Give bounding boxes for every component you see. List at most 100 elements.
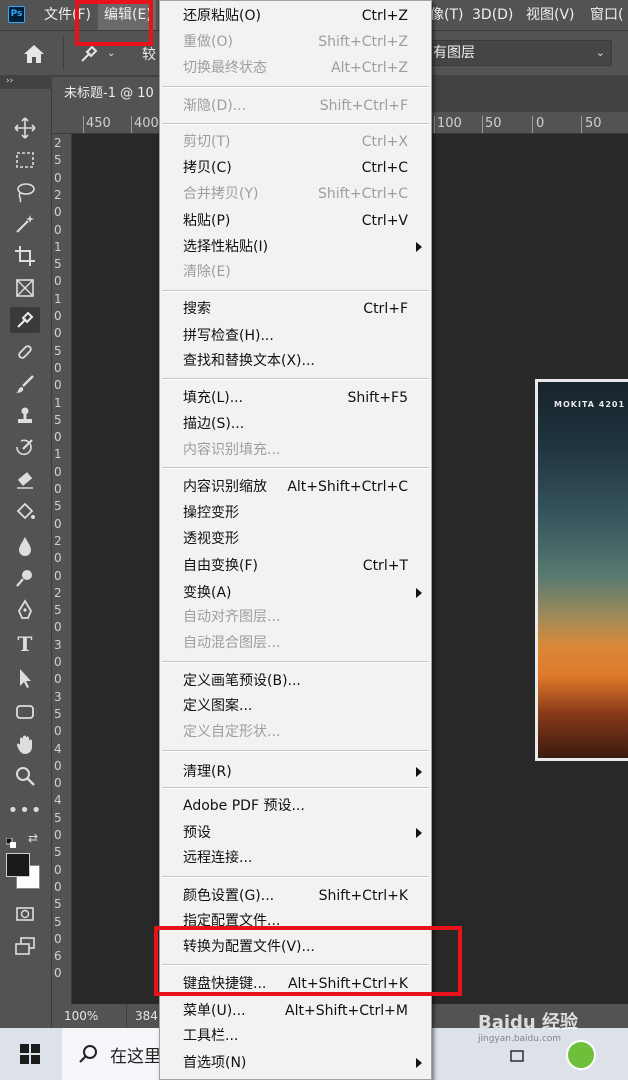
- more-tools-icon[interactable]: •••: [8, 797, 42, 823]
- menu-item-paste-special[interactable]: 选择性粘贴(I): [161, 235, 430, 259]
- menu-item-shortcut: Ctrl+Z: [361, 8, 408, 24]
- menu-item-content-aware-scale[interactable]: 内容识别缩放 Alt+Shift+Ctrl+C: [161, 475, 430, 499]
- highlight-box-convert-profile: [154, 926, 462, 996]
- menu-item-redo: 重做(O) Shift+Ctrl+Z: [161, 30, 430, 54]
- submenu-arrow-icon: [416, 1058, 422, 1068]
- sample-layers-select[interactable]: 有图层 ⌄: [426, 40, 612, 66]
- menu-item-color-settings[interactable]: 颜色设置(G)... Shift+Ctrl+K: [161, 884, 430, 908]
- menu-item-undo[interactable]: 还原粘贴(O) Ctrl+Z: [161, 4, 430, 28]
- taskbar-search-box[interactable]: 在这里: [62, 1028, 162, 1080]
- foreground-color-swatch[interactable]: [6, 853, 30, 877]
- panel-collapse-icon[interactable]: ››: [0, 75, 52, 89]
- eraser-tool-icon[interactable]: [10, 467, 40, 493]
- menu-item-label: 预设: [183, 825, 211, 841]
- menu-item-label: 拼写检查(H)...: [183, 328, 274, 344]
- eyedropper-tool-icon[interactable]: [10, 307, 40, 333]
- hand-tool-icon[interactable]: [10, 731, 40, 757]
- menu-separator: [162, 86, 429, 88]
- paint-bucket-icon[interactable]: [10, 499, 40, 525]
- brush-tool-icon[interactable]: [10, 371, 40, 397]
- menu-item-fade: 渐隐(D)... Shift+Ctrl+F: [161, 94, 430, 118]
- ruler-digit: 0: [54, 931, 62, 946]
- screen-mode-icon[interactable]: [10, 933, 40, 959]
- menu-item-shortcut: Alt+Ctrl+Z: [331, 60, 408, 76]
- home-icon[interactable]: [22, 43, 46, 65]
- menu-item-clear: 清除(E): [161, 260, 430, 284]
- magic-wand-icon[interactable]: [10, 211, 40, 237]
- healing-brush-icon[interactable]: [10, 339, 40, 365]
- placed-photo[interactable]: MOKITA 4201: [535, 379, 628, 761]
- menu-item-fill[interactable]: 填充(L)... Shift+F5: [161, 386, 430, 410]
- dodge-tool-icon[interactable]: [10, 565, 40, 591]
- menu-view[interactable]: 视图(V): [526, 0, 575, 30]
- ruler-digit: 5: [54, 499, 62, 514]
- menu-item-define-pattern[interactable]: 定义图案...: [161, 694, 430, 718]
- menu-item-preferences[interactable]: 首选项(N): [161, 1051, 430, 1075]
- tab-document[interactable]: 未标题-1 @ 10: [52, 77, 162, 112]
- menu-item-label: 内容识别填充...: [183, 442, 281, 458]
- menu-item-label: 变换(A): [183, 585, 232, 601]
- menu-item-copy-merged: 合并拷贝(Y) Shift+Ctrl+C: [161, 182, 430, 206]
- menu-item-auto-align-layers: 自动对齐图层...: [161, 605, 430, 629]
- menu-item-free-transform[interactable]: 自由变换(F) Ctrl+T: [161, 554, 430, 578]
- menu-item-puppet-warp[interactable]: 操控变形: [161, 501, 430, 525]
- pen-tool-icon[interactable]: [10, 597, 40, 623]
- menu-item-transform[interactable]: 变换(A): [161, 581, 430, 605]
- task-view-icon[interactable]: [510, 1048, 524, 1062]
- menu-item-shortcut: Alt+Shift+Ctrl+C: [287, 479, 408, 495]
- menu-item-paste[interactable]: 粘贴(P) Ctrl+V: [161, 209, 430, 233]
- ruler-digit: 2: [54, 187, 62, 202]
- menu-item-shortcut: Shift+Ctrl+C: [318, 186, 408, 202]
- zoom-tool-icon[interactable]: [10, 763, 40, 789]
- ruler-digit: 3: [54, 637, 62, 652]
- menu-3d[interactable]: 3D(D): [472, 0, 513, 30]
- quick-mask-icon[interactable]: [10, 901, 40, 927]
- submenu-arrow-icon: [416, 242, 422, 252]
- windows-start-icon[interactable]: [20, 1044, 40, 1064]
- menu-item-spell-check[interactable]: 拼写检查(H)...: [161, 324, 430, 348]
- menu-item-find-replace[interactable]: 查找和替换文本(X)...: [161, 349, 430, 373]
- taskbar-app-icon[interactable]: [566, 1040, 596, 1070]
- menu-item-presets[interactable]: 预设: [161, 821, 430, 845]
- menu-item-stroke[interactable]: 描边(S)...: [161, 412, 430, 436]
- menu-item-copy[interactable]: 拷贝(C) Ctrl+C: [161, 156, 430, 180]
- marquee-tool-icon[interactable]: [10, 147, 40, 173]
- menu-item-define-brush[interactable]: 定义画笔预设(B)...: [161, 669, 430, 693]
- menu-item-label: 首选项(N): [183, 1055, 247, 1071]
- swap-colors-icon[interactable]: ⇄: [28, 831, 42, 845]
- type-tool-icon[interactable]: T: [10, 631, 40, 657]
- menu-item-perspective-warp[interactable]: 透视变形: [161, 527, 430, 551]
- menu-window[interactable]: 窗口(: [590, 0, 623, 30]
- lasso-tool-icon[interactable]: [10, 179, 40, 205]
- ruler-digit: 0: [54, 758, 62, 773]
- menu-item-toolbar[interactable]: 工具栏...: [161, 1024, 430, 1048]
- ruler-digit: 5: [54, 810, 62, 825]
- menu-item-label: 查找和替换文本(X)...: [183, 353, 315, 369]
- move-tool-icon[interactable]: [10, 115, 40, 141]
- menu-item-shortcut: Shift+F5: [347, 390, 408, 406]
- clone-stamp-icon[interactable]: [10, 403, 40, 429]
- menu-item-pdf-presets[interactable]: Adobe PDF 预设...: [161, 794, 430, 818]
- chevron-down-icon[interactable]: ⌄: [107, 48, 115, 59]
- menu-separator: [162, 378, 429, 380]
- ruler-digit: 0: [54, 568, 62, 583]
- default-colors-icon[interactable]: [5, 833, 16, 848]
- path-selection-icon[interactable]: [10, 665, 40, 691]
- zoom-level[interactable]: 100%: [64, 1004, 98, 1028]
- menu-item-purge[interactable]: 清理(R): [161, 760, 430, 784]
- blur-tool-icon[interactable]: [10, 533, 40, 559]
- menu-item-search[interactable]: 搜索 Ctrl+F: [161, 297, 430, 321]
- menu-item-remote-connections[interactable]: 远程连接...: [161, 846, 430, 870]
- menu-item-menus[interactable]: 菜单(U)... Alt+Shift+Ctrl+M: [161, 999, 430, 1023]
- ruler-digit: 0: [54, 360, 62, 375]
- menu-item-label: 切换最终状态: [183, 60, 267, 76]
- history-brush-icon[interactable]: [10, 435, 40, 461]
- photo-caption: MOKITA 4201: [554, 400, 626, 409]
- eyedropper-tool-preset-icon[interactable]: [78, 43, 100, 65]
- menu-image-partial[interactable]: 像(T): [430, 0, 463, 30]
- rectangle-tool-icon[interactable]: [10, 699, 40, 725]
- frame-tool-icon[interactable]: [10, 275, 40, 301]
- submenu-arrow-icon: [416, 828, 422, 838]
- crop-tool-icon[interactable]: [10, 243, 40, 269]
- menu-item-label: 自动对齐图层...: [183, 609, 281, 625]
